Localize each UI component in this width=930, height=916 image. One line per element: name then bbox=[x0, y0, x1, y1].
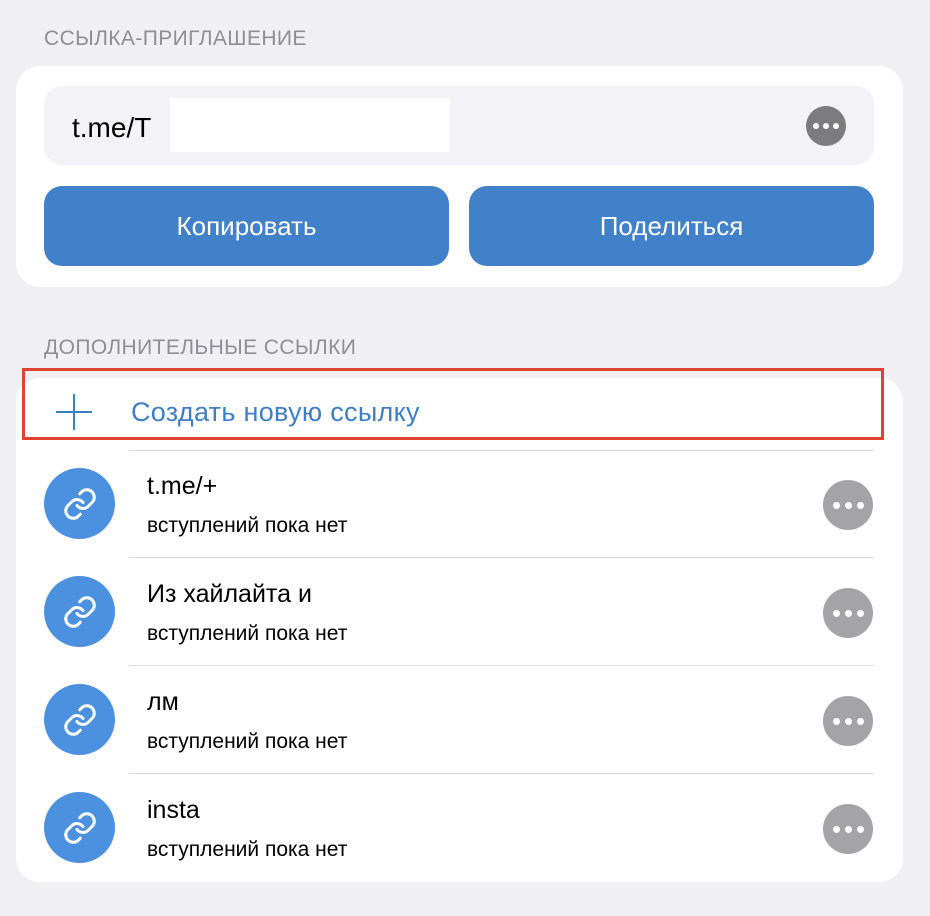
more-horizontal-icon[interactable] bbox=[823, 696, 873, 746]
more-horizontal-icon[interactable] bbox=[823, 804, 873, 854]
more-horizontal-icon[interactable] bbox=[806, 106, 846, 146]
link-subtitle: вступлений пока нет bbox=[147, 514, 348, 537]
copy-button[interactable]: Копировать bbox=[44, 186, 449, 266]
invite-link-text: t.me/T bbox=[72, 112, 152, 143]
link-subtitle: вступлений пока нет bbox=[147, 838, 348, 861]
link-subtitle: вступлений пока нет bbox=[147, 622, 348, 645]
list-item[interactable]: t.me/+ вступлений пока нет bbox=[16, 450, 903, 558]
additional-links-header: ДОПОЛНИТЕЛЬНЫЕ ССЫЛКИ bbox=[44, 336, 357, 359]
invite-link-header: ССЫЛКА-ПРИГЛАШЕНИЕ bbox=[44, 27, 307, 50]
list-item[interactable]: insta вступлений пока нет bbox=[16, 774, 903, 882]
more-horizontal-icon[interactable] bbox=[823, 480, 873, 530]
list-item[interactable]: Из хайлайта и вступлений пока нет bbox=[16, 558, 903, 666]
invite-link-card: t.me/T Копировать Поделиться bbox=[16, 66, 903, 287]
link-icon bbox=[44, 576, 115, 647]
link-icon bbox=[44, 684, 115, 755]
link-title: t.me/+ bbox=[147, 472, 218, 500]
highlight-frame bbox=[22, 368, 884, 440]
link-title: insta bbox=[147, 796, 200, 824]
additional-links-card: Создать новую ссылку t.me/+ вступлений п… bbox=[16, 378, 903, 882]
link-icon bbox=[44, 792, 115, 863]
link-title: Из хайлайта и bbox=[147, 580, 312, 608]
share-button[interactable]: Поделиться bbox=[469, 186, 874, 266]
link-icon bbox=[44, 468, 115, 539]
more-horizontal-icon[interactable] bbox=[823, 588, 873, 638]
link-title: лм bbox=[147, 688, 179, 716]
list-item[interactable]: лм вступлений пока нет bbox=[16, 666, 903, 774]
invite-link-field[interactable]: t.me/T bbox=[44, 86, 874, 165]
redacted-area bbox=[170, 98, 450, 152]
link-subtitle: вступлений пока нет bbox=[147, 730, 348, 753]
